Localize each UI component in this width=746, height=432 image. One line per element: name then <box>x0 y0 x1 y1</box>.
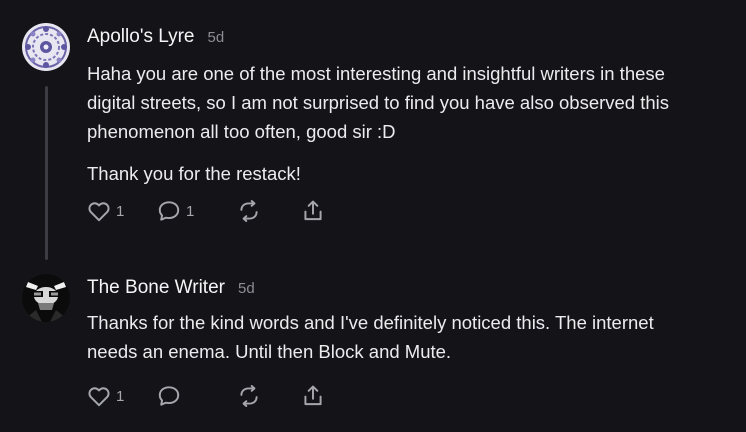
restack-icon <box>240 385 258 407</box>
avatar[interactable] <box>22 274 70 322</box>
heart-icon <box>88 202 110 222</box>
restack-button[interactable] <box>236 382 262 410</box>
avatar-portrait-image <box>22 274 70 322</box>
comment-body: Haha you are one of the most interesting… <box>87 59 739 188</box>
author-name[interactable]: The Bone Writer <box>87 277 225 299</box>
restack-button[interactable] <box>236 197 262 225</box>
text-line: digital streets, so I am not surprised t… <box>87 92 670 113</box>
reply-button[interactable]: 1 <box>156 197 194 225</box>
comment-header: The Bone Writer 5d <box>87 277 255 299</box>
comment-bubble-icon <box>158 386 180 406</box>
share-icon <box>304 385 322 406</box>
avatar[interactable] <box>22 23 70 71</box>
reply-button[interactable] <box>156 382 186 410</box>
comment-body: Thanks for the kind words and I've defin… <box>87 308 739 366</box>
text-line: Thanks for the kind words and I've defin… <box>87 312 654 333</box>
comment-paragraph: Thanks for the kind words and I've defin… <box>87 308 739 366</box>
text-line: Haha you are one of the most interesting… <box>87 63 665 84</box>
share-icon <box>304 200 322 221</box>
text-line: needs an enema. Until then Block and Mut… <box>87 341 452 362</box>
share-button[interactable] <box>300 197 326 225</box>
share-button[interactable] <box>300 382 326 410</box>
comment-paragraph: Thank you for the restack! <box>87 159 739 188</box>
timestamp[interactable]: 5d <box>238 280 255 297</box>
author-name[interactable]: Apollo's Lyre <box>87 26 194 48</box>
thread-line <box>45 86 48 260</box>
comment-paragraph: Haha you are one of the most interesting… <box>87 59 739 146</box>
text-line: Thank you for the restack! <box>87 163 301 184</box>
restack-icon <box>240 200 258 222</box>
avatar-pattern-image <box>22 23 70 71</box>
timestamp[interactable]: 5d <box>207 29 224 46</box>
like-count: 1 <box>116 387 125 405</box>
like-button[interactable]: 1 <box>86 382 124 410</box>
comment-header: Apollo's Lyre 5d <box>87 26 224 48</box>
heart-icon <box>88 387 110 407</box>
text-line: phenomenon all too often, good sir :D <box>87 121 396 142</box>
like-button[interactable]: 1 <box>86 197 124 225</box>
reply-count: 1 <box>186 202 195 220</box>
like-count: 1 <box>116 202 125 220</box>
comment-bubble-icon <box>158 201 180 221</box>
